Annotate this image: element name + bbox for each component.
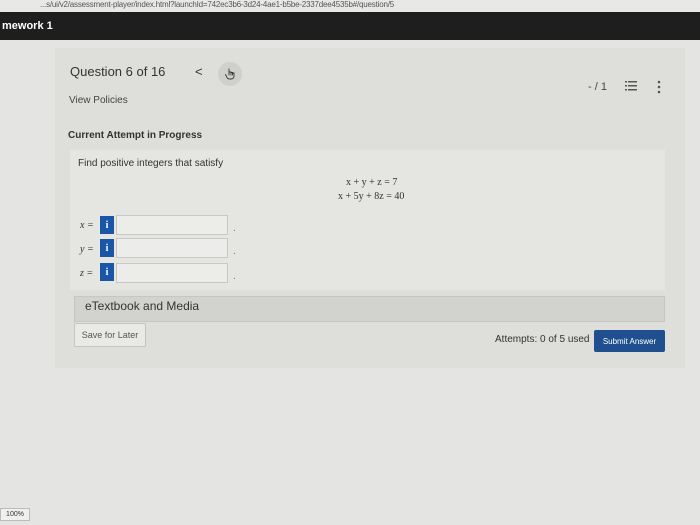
question-score: - / 1 — [588, 81, 607, 93]
cursor-hand-icon — [225, 68, 235, 80]
answer-suffix-x: . — [233, 223, 236, 234]
answer-label-y: y = — [80, 244, 94, 255]
submit-answer-button[interactable]: Submit Answer — [594, 330, 665, 352]
info-icon[interactable]: i — [100, 263, 114, 281]
course-title: mework 1 — [2, 20, 53, 32]
attempt-status-heading: Current Attempt in Progress — [68, 130, 203, 141]
equation-2: x + 5y + 8z = 40 — [338, 191, 405, 202]
course-header: mework 1 — [0, 12, 700, 40]
answer-input-x[interactable] — [116, 215, 228, 235]
browser-url-bar[interactable]: ...s/ui/v2/assessment-player/index.html?… — [0, 0, 700, 12]
attempts-counter: Attempts: 0 of 5 used — [495, 334, 590, 345]
zoom-level: 100% — [0, 508, 30, 521]
info-icon[interactable]: i — [100, 216, 114, 234]
etextbook-label[interactable]: eTextbook and Media — [85, 299, 199, 313]
save-for-later-button[interactable]: Save for Later — [74, 323, 146, 347]
url-text: ...s/ui/v2/assessment-player/index.html?… — [40, 0, 394, 9]
answer-label-z: z = — [80, 268, 94, 279]
answer-suffix-z: . — [233, 271, 236, 282]
answer-label-x: x = — [80, 220, 94, 231]
question-counter: Question 6 of 16 — [70, 64, 166, 79]
previous-question-button[interactable]: < — [195, 64, 203, 79]
list-icon[interactable] — [625, 80, 637, 92]
answer-suffix-y: . — [233, 246, 236, 257]
question-prompt: Find positive integers that satisfy — [78, 158, 224, 169]
info-icon[interactable]: i — [100, 239, 114, 257]
equation-1: x + y + z = 7 — [346, 177, 398, 188]
more-vertical-icon[interactable] — [654, 80, 664, 94]
answer-input-z[interactable] — [116, 263, 228, 283]
next-question-button[interactable] — [218, 62, 242, 86]
answer-input-y[interactable] — [116, 238, 228, 258]
view-policies-link[interactable]: View Policies — [69, 95, 128, 106]
